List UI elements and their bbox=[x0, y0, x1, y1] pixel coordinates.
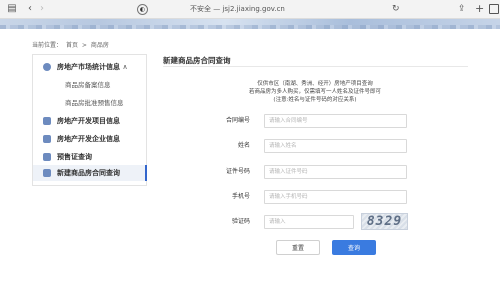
notice-line: 仅供市区（南湖、秀洲、经开）房地产项目查询 bbox=[257, 81, 373, 87]
captcha-image[interactable]: 8329 bbox=[361, 213, 408, 230]
sidebar: 房地产市场统计信息 ∧ 商品房备案信息 商品房批准预售信息 房地产开发项目信息 … bbox=[32, 54, 147, 186]
sidebar-item-sales-record[interactable]: 商品房备案信息 bbox=[33, 77, 146, 93]
breadcrumb-home-link[interactable]: 首页 bbox=[66, 42, 78, 49]
page-title: 新建商品房合同查询 bbox=[163, 56, 231, 65]
breadcrumb-prefix: 当前位置： bbox=[32, 42, 63, 49]
form-row-phone: 手机号 bbox=[163, 187, 468, 207]
sidebar-item-label: 房地产开发项目信息 bbox=[57, 117, 120, 125]
captcha-input[interactable] bbox=[264, 215, 354, 229]
notice-line: 若商品房为多人购买，仅需填写一人姓名及证件号即可 bbox=[248, 89, 381, 95]
form-row-id-no: 证件号码 bbox=[163, 162, 468, 182]
contract-no-label: 合同编号 bbox=[225, 117, 250, 124]
company-icon bbox=[43, 135, 51, 143]
collapse-caret-icon[interactable]: ∧ bbox=[122, 63, 127, 71]
breadcrumb-current[interactable]: 商品房 bbox=[91, 42, 109, 49]
id-no-input[interactable] bbox=[264, 165, 407, 179]
title-divider bbox=[163, 66, 468, 67]
id-no-label: 证件号码 bbox=[225, 168, 250, 175]
phone-input[interactable] bbox=[264, 190, 407, 204]
sidebar-item-label: 房地产市场统计信息 bbox=[57, 63, 120, 71]
reset-button[interactable]: 重置 bbox=[276, 240, 320, 255]
contract-icon bbox=[43, 169, 51, 177]
form-row-name: 姓名 bbox=[163, 136, 468, 156]
sidebar-item-label: 预售证查询 bbox=[57, 153, 92, 161]
browser-toolbar: ▤ ‹ › ◐ 不安全 — jsj2.jiaxing.gov.cn ↻ ⇪ + bbox=[0, 0, 500, 19]
breadcrumb: 当前位置： 首页 > 商品房 bbox=[32, 40, 111, 49]
back-arrow-icon[interactable]: ‹ bbox=[24, 3, 36, 15]
sidebar-item-label: 商品房批准预售信息 bbox=[65, 99, 124, 107]
name-input[interactable] bbox=[264, 139, 407, 153]
sidebar-item-presale-cert[interactable]: 预售证查询 bbox=[33, 149, 146, 165]
sidebar-item-contract-query[interactable]: 新建商品房合同查询 bbox=[33, 165, 147, 181]
breadcrumb-separator: > bbox=[81, 42, 87, 49]
sidebar-item-presale-approval[interactable]: 商品房批准预售信息 bbox=[33, 95, 146, 111]
name-label: 姓名 bbox=[237, 142, 250, 149]
new-tab-icon[interactable]: + bbox=[475, 3, 484, 15]
sidebar-item-dev-projects[interactable]: 房地产开发项目信息 bbox=[33, 113, 146, 129]
reload-icon[interactable]: ↻ bbox=[392, 3, 400, 15]
sidebar-item-market-stats[interactable]: 房地产市场统计信息 ∧ bbox=[33, 59, 146, 75]
tab-overview-icon[interactable] bbox=[489, 4, 499, 14]
privacy-shield-icon[interactable]: ◐ bbox=[137, 4, 148, 15]
sidebar-item-dev-companies[interactable]: 房地产开发企业信息 bbox=[33, 131, 146, 147]
contract-no-input[interactable] bbox=[264, 114, 407, 128]
query-notice: 仅供市区（南湖、秀洲、经开）房地产项目查询 若商品房为多人购买，仅需填写一人姓名… bbox=[240, 80, 390, 104]
sidebar-item-label: 新建商品房合同查询 bbox=[57, 169, 120, 177]
pie-chart-icon bbox=[43, 63, 51, 71]
address-bar[interactable]: 不安全 — jsj2.jiaxing.gov.cn bbox=[190, 3, 285, 15]
phone-label: 手机号 bbox=[231, 193, 250, 200]
sidebar-item-label: 商品房备案信息 bbox=[65, 81, 111, 89]
certificate-icon bbox=[43, 153, 51, 161]
site-banner bbox=[0, 19, 500, 29]
share-icon[interactable]: ⇪ bbox=[458, 3, 466, 15]
query-button[interactable]: 查询 bbox=[332, 240, 376, 255]
form-row-contract-no: 合同编号 bbox=[163, 111, 468, 131]
forward-arrow-icon[interactable]: › bbox=[36, 3, 48, 15]
form-row-captcha: 验证码 8329 bbox=[163, 212, 468, 232]
sidebar-toggle-icon[interactable]: ▤ bbox=[6, 3, 18, 15]
building-icon bbox=[43, 117, 51, 125]
captcha-label: 验证码 bbox=[231, 218, 250, 225]
notice-line: (注意:姓名与证件号码的对应关系) bbox=[273, 97, 357, 103]
sidebar-item-label: 房地产开发企业信息 bbox=[57, 135, 120, 143]
